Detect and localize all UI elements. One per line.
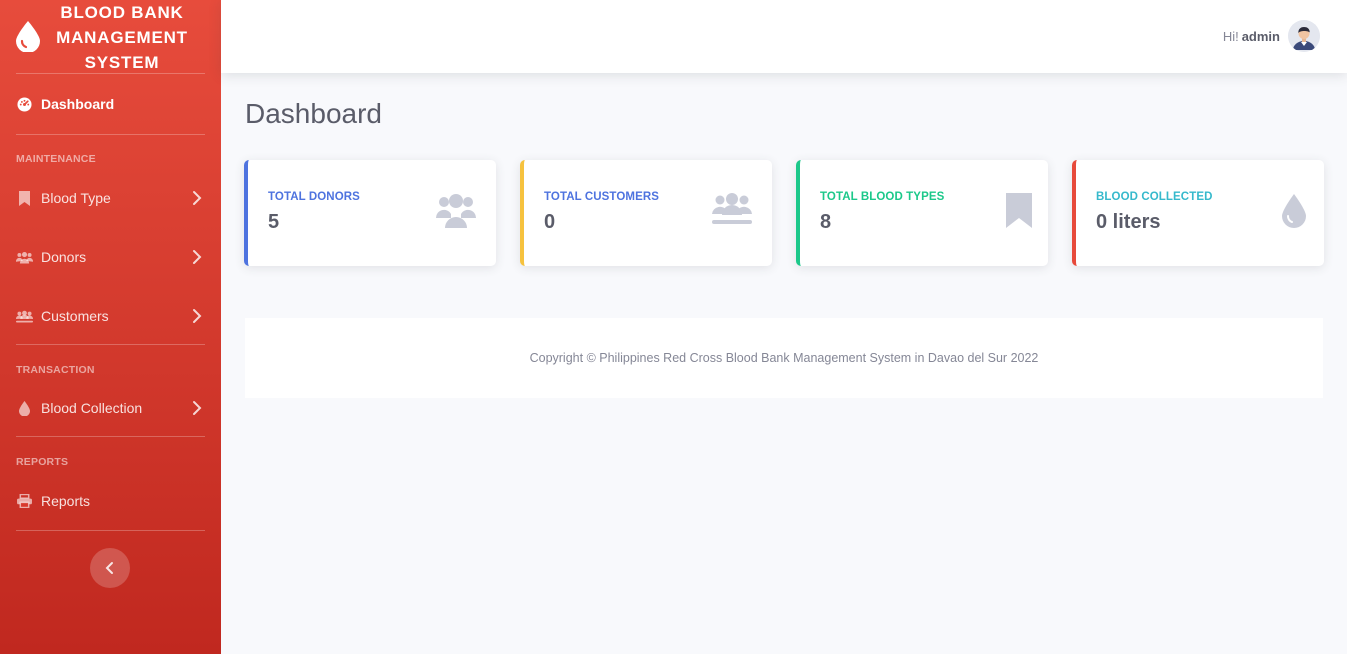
sidebar-item-label: Donors — [41, 249, 87, 265]
blood-drop-icon — [16, 400, 33, 417]
sidebar-item-label: Blood Type — [41, 190, 111, 206]
sidebar-item-reports[interactable]: Reports — [0, 481, 221, 521]
sidebar-divider — [16, 530, 205, 531]
chevron-right-icon — [193, 309, 202, 323]
sidebar-item-label: Reports — [41, 493, 91, 509]
sidebar-heading-reports: REPORTS — [16, 456, 69, 468]
sidebar-item-dashboard[interactable]: Dashboard — [0, 84, 221, 124]
bookmark-icon — [16, 190, 33, 207]
chevron-right-icon — [193, 401, 202, 415]
sidebar: BLOOD BANK MANAGEMENT SYSTEM Dashboard M… — [0, 0, 221, 654]
sidebar-item-label: Customers — [41, 308, 109, 324]
sidebar-heading-transaction: TRANSACTION — [16, 364, 95, 376]
card-label: TOTAL DONORS — [268, 191, 360, 203]
sidebar-toggle-button[interactable] — [90, 548, 130, 588]
stat-card-total-donors: TOTAL DONORS 5 — [244, 160, 496, 266]
card-value: 0 liters — [1096, 211, 1161, 233]
sidebar-item-label: Dashboard — [41, 96, 115, 112]
footer: Copyright © Philippines Red Cross Blood … — [245, 318, 1323, 398]
sidebar-heading-maintenance: MAINTENANCE — [16, 153, 96, 165]
users-icon — [712, 193, 752, 224]
blood-drop-icon — [16, 21, 40, 52]
chevron-left-icon — [105, 562, 113, 574]
card-label: BLOOD COLLECTED — [1096, 191, 1213, 203]
topbar: Hi! admin — [221, 0, 1347, 73]
brand[interactable]: BLOOD BANK MANAGEMENT SYSTEM — [0, 0, 221, 73]
sidebar-divider — [16, 436, 205, 437]
sidebar-divider — [16, 134, 205, 135]
greeting-text: Hi! — [1222, 28, 1239, 44]
stat-card-blood-collected: BLOOD COLLECTED 0 liters — [1072, 160, 1324, 266]
sidebar-divider — [16, 344, 205, 345]
blood-drop-icon — [1282, 194, 1306, 228]
card-value: 0 — [544, 211, 556, 233]
chevron-right-icon — [193, 250, 202, 264]
sidebar-divider — [16, 73, 205, 74]
users-icon — [16, 308, 33, 325]
sidebar-item-customers[interactable]: Customers — [0, 296, 221, 336]
users-icon — [436, 194, 476, 228]
bookmark-icon — [1006, 193, 1032, 228]
sidebar-item-label: Blood Collection — [41, 400, 143, 416]
sidebar-item-blood-type[interactable]: Blood Type — [0, 178, 221, 218]
card-label: TOTAL BLOOD TYPES — [820, 191, 945, 203]
card-value: 5 — [268, 211, 280, 233]
avatar[interactable] — [1288, 20, 1320, 52]
dashboard-icon — [16, 96, 33, 113]
chevron-right-icon — [193, 191, 202, 205]
stat-card-total-customers: TOTAL CUSTOMERS 0 — [520, 160, 772, 266]
username: admin — [1241, 28, 1280, 44]
brand-title: BLOOD BANK MANAGEMENT SYSTEM — [56, 3, 188, 72]
sidebar-item-donors[interactable]: Donors — [0, 237, 221, 277]
user-avatar-icon — [1288, 20, 1320, 52]
card-value: 8 — [820, 211, 832, 233]
copyright-text: Copyright © Philippines Red Cross Blood … — [529, 351, 1039, 365]
printer-icon — [16, 493, 33, 510]
stat-card-total-blood-types: TOTAL BLOOD TYPES 8 — [796, 160, 1048, 266]
user-menu[interactable]: Hi! admin — [1223, 19, 1320, 53]
page-title: Dashboard — [245, 98, 382, 129]
card-label: TOTAL CUSTOMERS — [544, 191, 660, 203]
sidebar-item-blood-collection[interactable]: Blood Collection — [0, 388, 221, 428]
users-icon — [16, 249, 33, 266]
